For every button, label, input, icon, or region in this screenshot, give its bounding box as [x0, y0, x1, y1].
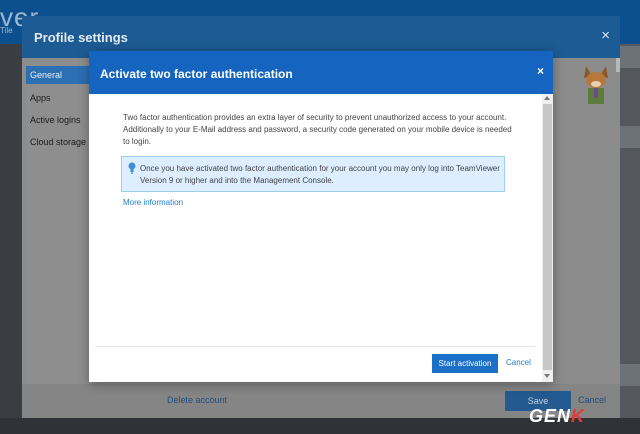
dialog-divider [95, 346, 535, 347]
profile-sidebar: General Apps Active logins Cloud storage [26, 62, 92, 414]
lightbulb-icon [128, 162, 136, 174]
fox-avatar-icon [584, 66, 608, 104]
app-logo-sub: Tile [0, 26, 13, 35]
scroll-thumb[interactable] [543, 104, 552, 370]
watermark-text-main: GEN [529, 406, 572, 426]
dialog-header: Activate two factor authentication × [89, 51, 553, 94]
intro-text: Two factor authentication provides an ex… [123, 113, 512, 146]
profile-cancel-link[interactable]: Cancel [578, 395, 606, 405]
info-box: Once you have activated two factor authe… [121, 156, 505, 192]
start-activation-button[interactable]: Start activation [432, 354, 498, 373]
dialog-title: Activate two factor authentication [100, 67, 293, 81]
sidebar-item-apps[interactable]: Apps [26, 89, 92, 107]
dialog-cancel-button[interactable]: Cancel [506, 358, 531, 367]
sidebar-item-general[interactable]: General [26, 66, 92, 84]
dialog-body: Two factor authentication provides an ex… [89, 94, 542, 382]
dialog-scrollbar[interactable] [542, 94, 553, 382]
watermark-text-accent: K [571, 406, 586, 426]
info-text: Once you have activated two factor authe… [140, 164, 500, 185]
profile-title: Profile settings [34, 30, 128, 45]
sidebar-item-active-logins[interactable]: Active logins [26, 111, 92, 129]
more-information-link[interactable]: More information [123, 198, 183, 207]
sidebar-item-cloud-storage[interactable]: Cloud storage [26, 133, 92, 151]
scroll-down-arrow-icon[interactable] [544, 374, 550, 378]
close-icon[interactable]: × [537, 64, 544, 78]
genk-watermark: GENK [529, 406, 585, 427]
scroll-up-arrow-icon[interactable] [544, 96, 550, 100]
profile-select-edge [616, 58, 620, 72]
profile-close-icon[interactable]: × [601, 27, 610, 44]
two-factor-dialog: Activate two factor authentication × Two… [89, 51, 553, 382]
delete-account-link[interactable]: Delete account [167, 395, 227, 405]
